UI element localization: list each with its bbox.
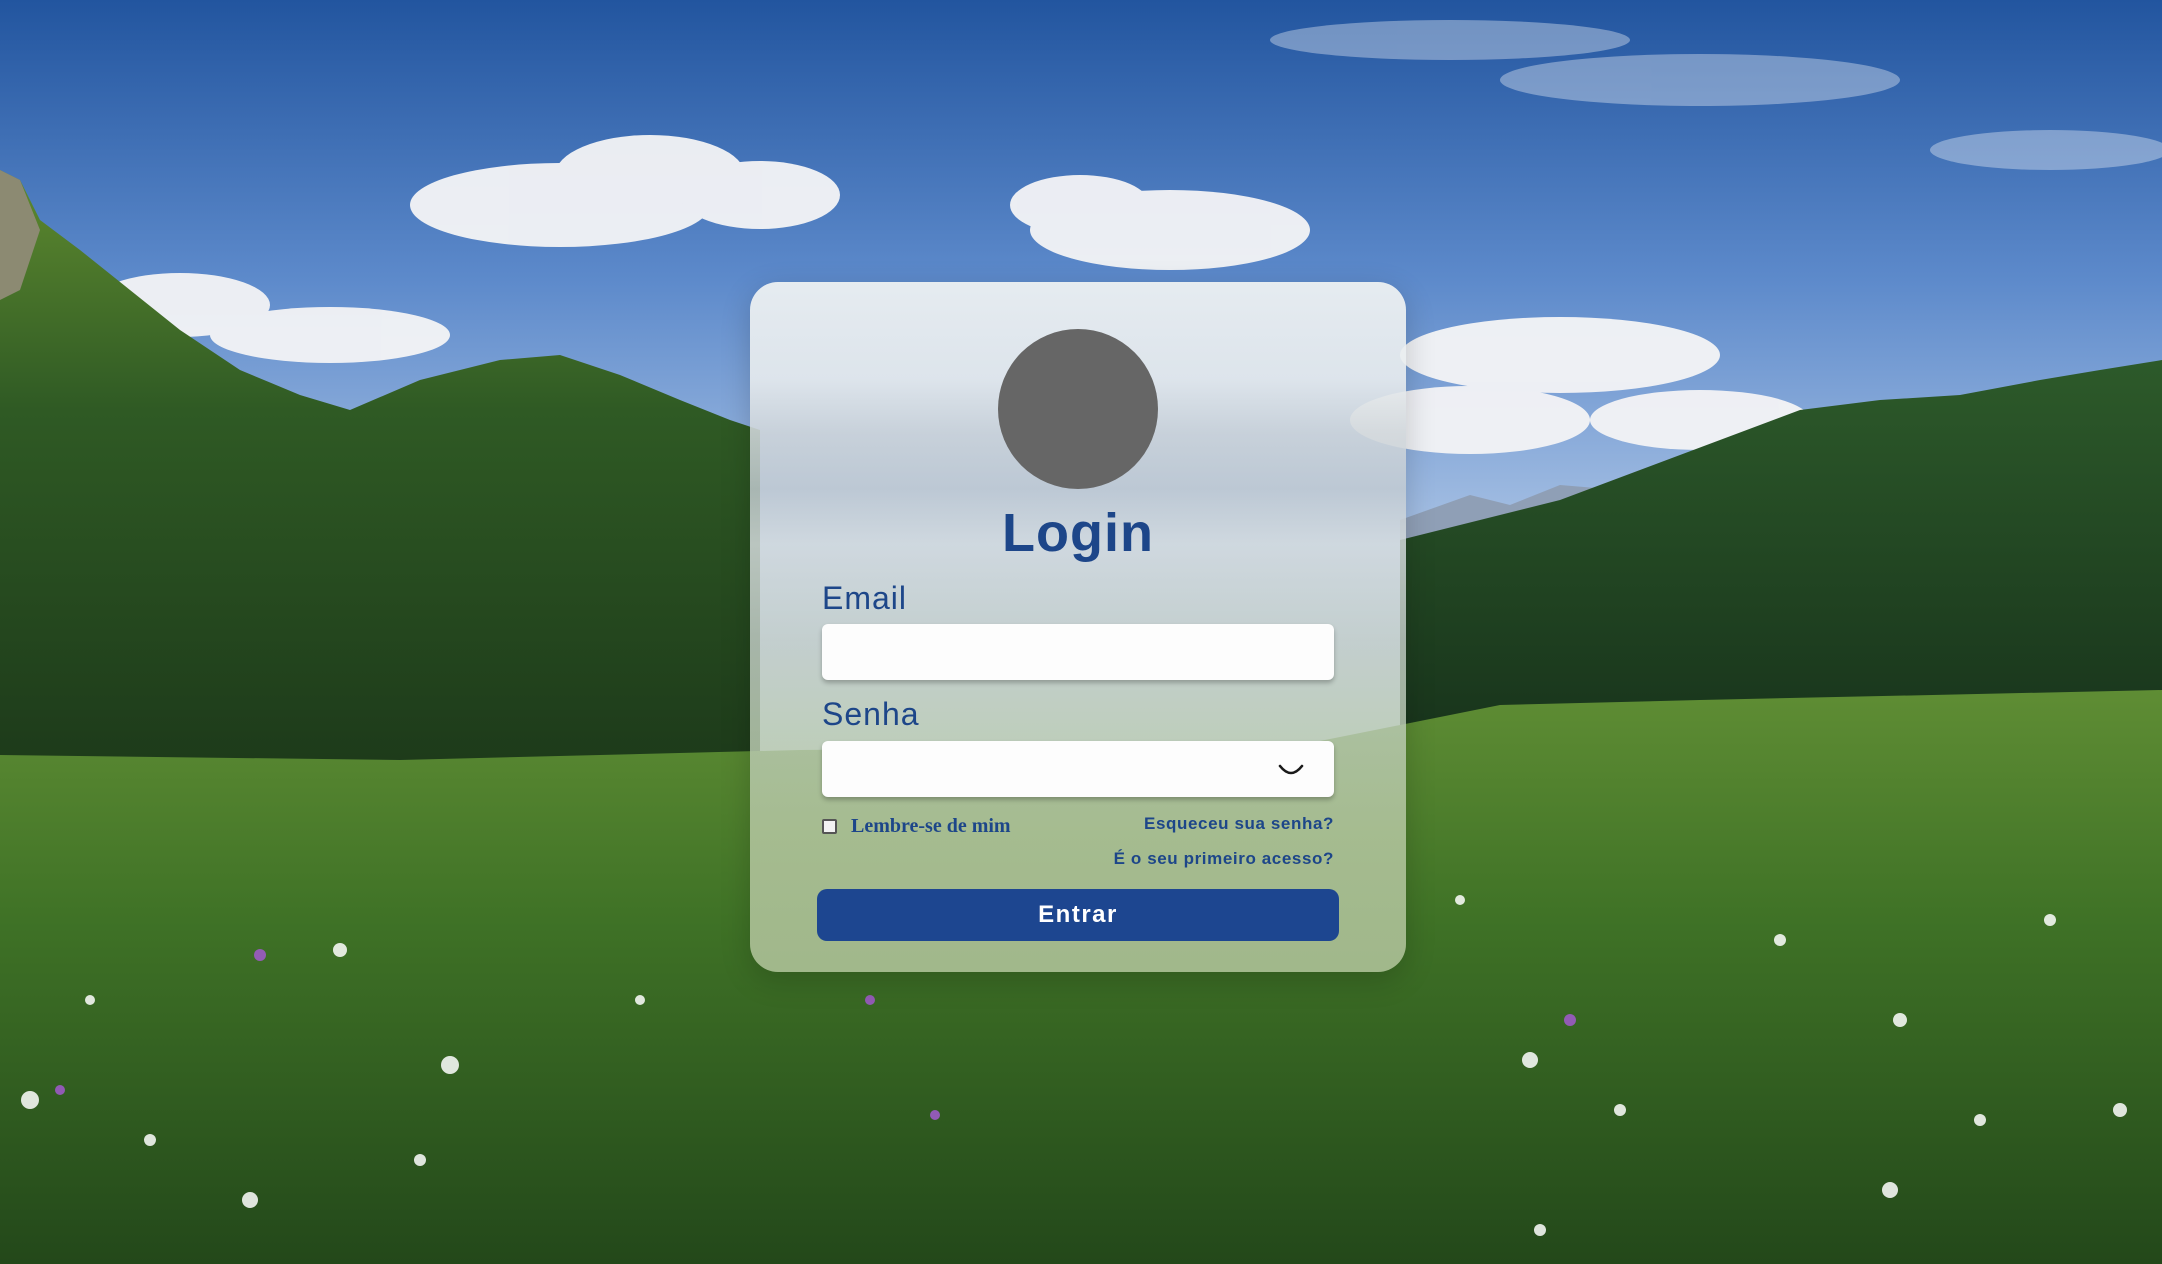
submit-button[interactable]: Entrar bbox=[817, 889, 1339, 941]
login-card: Login Email Senha Lembre-se de mim Esque… bbox=[750, 282, 1406, 972]
email-input[interactable] bbox=[822, 624, 1334, 680]
first-access-link[interactable]: É o seu primeiro acesso? bbox=[1114, 849, 1334, 869]
password-label: Senha bbox=[822, 696, 920, 732]
remember-me-label[interactable]: Lembre-se de mim bbox=[851, 815, 1011, 838]
avatar-placeholder bbox=[998, 329, 1158, 489]
email-label: Email bbox=[822, 580, 908, 616]
submit-button-label: Entrar bbox=[1038, 901, 1118, 928]
forgot-password-link[interactable]: Esqueceu sua senha? bbox=[1144, 814, 1334, 834]
remember-me-checkbox[interactable] bbox=[822, 818, 837, 834]
remember-me-row: Lembre-se de mim bbox=[822, 813, 1011, 839]
eye-closed-icon[interactable] bbox=[1274, 754, 1308, 784]
login-title: Login bbox=[1002, 503, 1154, 563]
password-input[interactable] bbox=[822, 741, 1334, 797]
